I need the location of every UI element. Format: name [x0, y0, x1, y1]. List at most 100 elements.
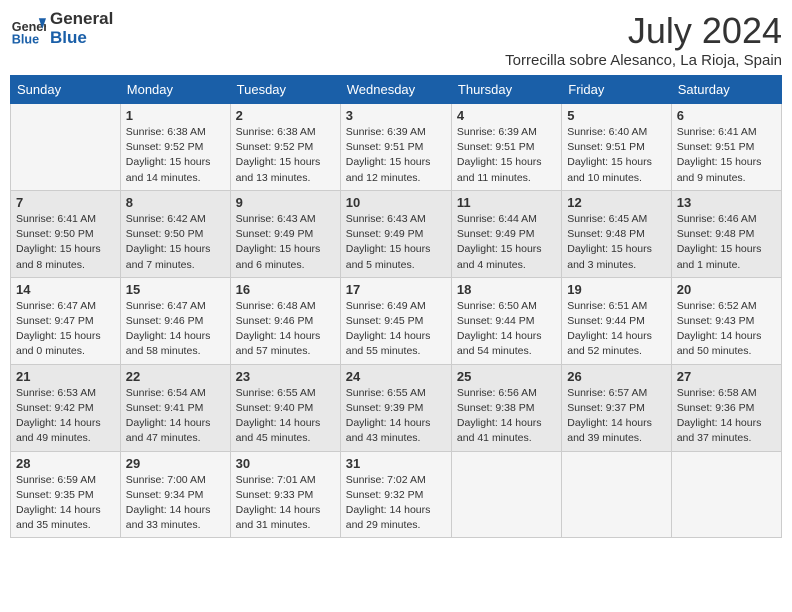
day-number: 17 — [346, 282, 446, 297]
calendar-cell: 26 Sunrise: 6:57 AM Sunset: 9:37 PM Dayli… — [562, 364, 671, 451]
day-number: 6 — [677, 108, 776, 123]
calendar-cell: 19 Sunrise: 6:51 AM Sunset: 9:44 PM Dayli… — [562, 277, 671, 364]
calendar-cell — [451, 451, 561, 538]
day-info: Sunrise: 6:56 AM Sunset: 9:38 PM Dayligh… — [457, 386, 556, 447]
day-info: Sunrise: 6:43 AM Sunset: 9:49 PM Dayligh… — [236, 212, 335, 273]
calendar-cell: 10Sunrise: 6:43 AM Sunset: 9:49 PM Dayli… — [340, 190, 451, 277]
day-number: 3 — [346, 108, 446, 123]
day-number: 9 — [236, 195, 335, 210]
day-info: Sunrise: 6:38 AM Sunset: 9:52 PM Dayligh… — [126, 125, 225, 186]
day-number: 11 — [457, 195, 556, 210]
calendar-week-row: 7Sunrise: 6:41 AM Sunset: 9:50 PM Daylig… — [11, 190, 782, 277]
day-number: 19 — [567, 282, 665, 297]
calendar-cell: 28 Sunrise: 6:59 AM Sunset: 9:35 PM Dayli… — [11, 451, 121, 538]
day-info: Sunrise: 7:01 AM Sunset: 9:33 PM Dayligh… — [236, 473, 335, 534]
calendar-cell: 4 Sunrise: 6:39 AM Sunset: 9:51 PM Daylig… — [451, 104, 561, 191]
calendar-cell: 22 Sunrise: 6:54 AM Sunset: 9:41 PM Dayli… — [120, 364, 230, 451]
calendar-cell: 18 Sunrise: 6:50 AM Sunset: 9:44 PM Dayli… — [451, 277, 561, 364]
calendar-cell: 21 Sunrise: 6:53 AM Sunset: 9:42 PM Dayli… — [11, 364, 121, 451]
calendar-cell: 12Sunrise: 6:45 AM Sunset: 9:48 PM Dayli… — [562, 190, 671, 277]
calendar-cell: 11 Sunrise: 6:44 AM Sunset: 9:49 PM Dayli… — [451, 190, 561, 277]
calendar-week-row: 1 Sunrise: 6:38 AM Sunset: 9:52 PM Daylig… — [11, 104, 782, 191]
column-header-sunday: Sunday — [11, 76, 121, 104]
calendar-cell: 24Sunrise: 6:55 AM Sunset: 9:39 PM Dayli… — [340, 364, 451, 451]
calendar-cell: 16Sunrise: 6:48 AM Sunset: 9:46 PM Dayli… — [230, 277, 340, 364]
page-header: General Blue General Blue July 2024 Torr… — [10, 10, 782, 69]
day-info: Sunrise: 6:59 AM Sunset: 9:35 PM Dayligh… — [16, 473, 115, 534]
day-number: 27 — [677, 369, 776, 384]
logo: General Blue General Blue — [10, 10, 113, 47]
day-info: Sunrise: 6:58 AM Sunset: 9:36 PM Dayligh… — [677, 386, 776, 447]
column-header-friday: Friday — [562, 76, 671, 104]
day-info: Sunrise: 6:53 AM Sunset: 9:42 PM Dayligh… — [16, 386, 115, 447]
calendar-cell: 27 Sunrise: 6:58 AM Sunset: 9:36 PM Dayli… — [671, 364, 781, 451]
day-info: Sunrise: 6:44 AM Sunset: 9:49 PM Dayligh… — [457, 212, 556, 273]
calendar-cell: 30 Sunrise: 7:01 AM Sunset: 9:33 PM Dayli… — [230, 451, 340, 538]
calendar-cell: 15 Sunrise: 6:47 AM Sunset: 9:46 PM Dayli… — [120, 277, 230, 364]
calendar-cell: 31 Sunrise: 7:02 AM Sunset: 9:32 PM Dayli… — [340, 451, 451, 538]
title-block: July 2024 Torrecilla sobre Alesanco, La … — [505, 10, 782, 69]
calendar-cell — [11, 104, 121, 191]
day-info: Sunrise: 6:54 AM Sunset: 9:41 PM Dayligh… — [126, 386, 225, 447]
calendar-cell — [562, 451, 671, 538]
day-number: 7 — [16, 195, 115, 210]
calendar-cell: 13Sunrise: 6:46 AM Sunset: 9:48 PM Dayli… — [671, 190, 781, 277]
day-info: Sunrise: 6:39 AM Sunset: 9:51 PM Dayligh… — [457, 125, 556, 186]
calendar-cell: 14 Sunrise: 6:47 AM Sunset: 9:47 PM Dayli… — [11, 277, 121, 364]
calendar-cell: 3 Sunrise: 6:39 AM Sunset: 9:51 PM Daylig… — [340, 104, 451, 191]
day-number: 4 — [457, 108, 556, 123]
calendar-cell: 7Sunrise: 6:41 AM Sunset: 9:50 PM Daylig… — [11, 190, 121, 277]
calendar-week-row: 21 Sunrise: 6:53 AM Sunset: 9:42 PM Dayli… — [11, 364, 782, 451]
month-title: July 2024 — [505, 10, 782, 52]
day-info: Sunrise: 6:47 AM Sunset: 9:47 PM Dayligh… — [16, 299, 115, 360]
day-info: Sunrise: 6:57 AM Sunset: 9:37 PM Dayligh… — [567, 386, 665, 447]
day-info: Sunrise: 6:51 AM Sunset: 9:44 PM Dayligh… — [567, 299, 665, 360]
calendar-table: SundayMondayTuesdayWednesdayThursdayFrid… — [10, 75, 782, 538]
day-info: Sunrise: 6:40 AM Sunset: 9:51 PM Dayligh… — [567, 125, 665, 186]
column-header-wednesday: Wednesday — [340, 76, 451, 104]
day-number: 14 — [16, 282, 115, 297]
day-info: Sunrise: 6:48 AM Sunset: 9:46 PM Dayligh… — [236, 299, 335, 360]
day-number: 13 — [677, 195, 776, 210]
logo-icon: General Blue — [10, 11, 46, 47]
day-number: 29 — [126, 456, 225, 471]
column-header-thursday: Thursday — [451, 76, 561, 104]
day-number: 30 — [236, 456, 335, 471]
day-info: Sunrise: 6:55 AM Sunset: 9:40 PM Dayligh… — [236, 386, 335, 447]
calendar-week-row: 28 Sunrise: 6:59 AM Sunset: 9:35 PM Dayli… — [11, 451, 782, 538]
day-number: 21 — [16, 369, 115, 384]
day-info: Sunrise: 7:00 AM Sunset: 9:34 PM Dayligh… — [126, 473, 225, 534]
day-number: 15 — [126, 282, 225, 297]
column-header-tuesday: Tuesday — [230, 76, 340, 104]
calendar-cell: 1 Sunrise: 6:38 AM Sunset: 9:52 PM Daylig… — [120, 104, 230, 191]
day-number: 24 — [346, 369, 446, 384]
calendar-cell: 2 Sunrise: 6:38 AM Sunset: 9:52 PM Daylig… — [230, 104, 340, 191]
column-header-monday: Monday — [120, 76, 230, 104]
day-info: Sunrise: 6:39 AM Sunset: 9:51 PM Dayligh… — [346, 125, 446, 186]
day-info: Sunrise: 6:50 AM Sunset: 9:44 PM Dayligh… — [457, 299, 556, 360]
day-number: 18 — [457, 282, 556, 297]
day-info: Sunrise: 6:49 AM Sunset: 9:45 PM Dayligh… — [346, 299, 446, 360]
day-number: 5 — [567, 108, 665, 123]
day-number: 23 — [236, 369, 335, 384]
logo-wordmark: General Blue — [50, 10, 113, 47]
svg-text:Blue: Blue — [12, 32, 39, 46]
calendar-cell: 9 Sunrise: 6:43 AM Sunset: 9:49 PM Daylig… — [230, 190, 340, 277]
calendar-header-row: SundayMondayTuesdayWednesdayThursdayFrid… — [11, 76, 782, 104]
day-number: 31 — [346, 456, 446, 471]
calendar-cell — [671, 451, 781, 538]
day-number: 2 — [236, 108, 335, 123]
column-header-saturday: Saturday — [671, 76, 781, 104]
calendar-cell: 23 Sunrise: 6:55 AM Sunset: 9:40 PM Dayli… — [230, 364, 340, 451]
day-info: Sunrise: 6:47 AM Sunset: 9:46 PM Dayligh… — [126, 299, 225, 360]
day-number: 12 — [567, 195, 665, 210]
day-number: 26 — [567, 369, 665, 384]
day-number: 20 — [677, 282, 776, 297]
day-info: Sunrise: 6:38 AM Sunset: 9:52 PM Dayligh… — [236, 125, 335, 186]
day-number: 22 — [126, 369, 225, 384]
day-number: 10 — [346, 195, 446, 210]
day-number: 28 — [16, 456, 115, 471]
day-info: Sunrise: 7:02 AM Sunset: 9:32 PM Dayligh… — [346, 473, 446, 534]
day-number: 8 — [126, 195, 225, 210]
day-number: 1 — [126, 108, 225, 123]
